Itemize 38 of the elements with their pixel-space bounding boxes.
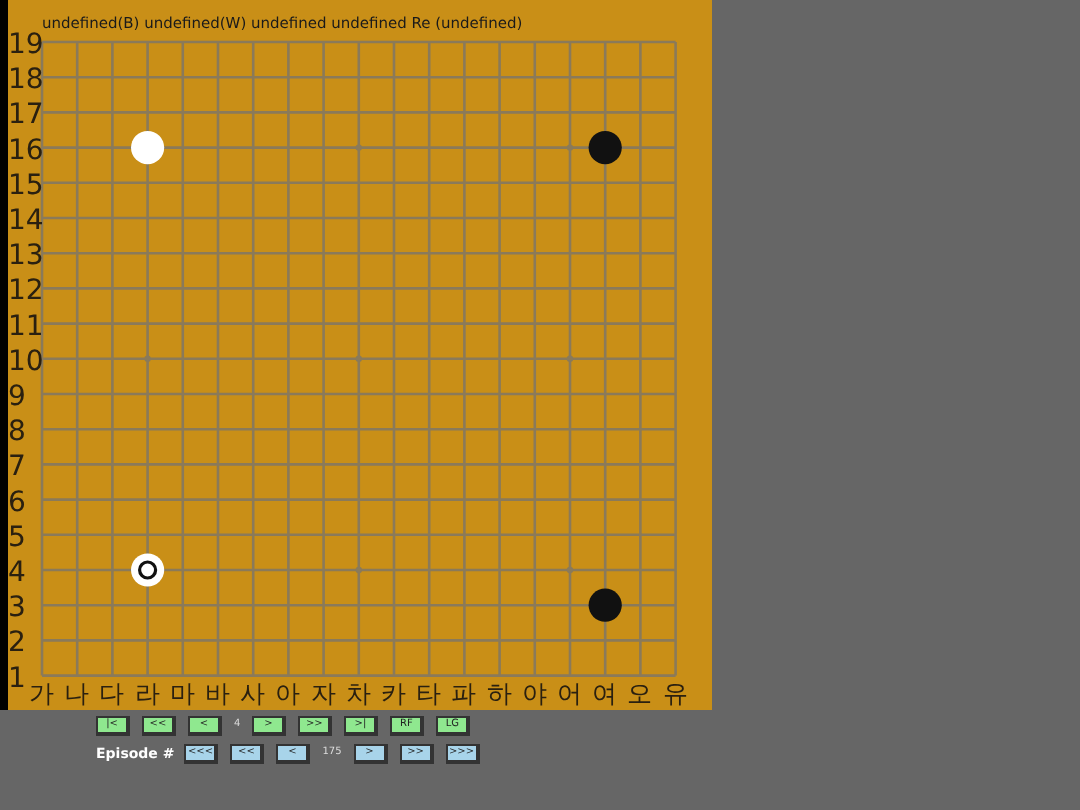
column-label: 유	[662, 678, 689, 708]
row-label: 18	[8, 64, 44, 97]
column-label: 카	[381, 678, 407, 708]
row-label: 2	[8, 627, 26, 660]
row-label: 3	[8, 592, 26, 625]
column-label: 파	[451, 678, 478, 708]
column-label: 오	[627, 678, 654, 708]
column-label: 차	[345, 678, 372, 708]
column-label: 바	[205, 678, 231, 708]
column-label: 어	[557, 678, 583, 708]
row-label: 7	[8, 451, 26, 484]
column-label: 라	[134, 678, 161, 708]
row-label: 1	[8, 662, 26, 695]
column-label: 자	[310, 678, 337, 708]
column-label: 가	[29, 678, 55, 708]
column-label: 나	[64, 678, 91, 708]
row-label: 8	[8, 416, 26, 449]
row-label: 5	[8, 521, 26, 554]
row-label: 12	[8, 275, 44, 308]
row-label: 13	[8, 240, 44, 273]
row-label: 6	[8, 486, 26, 519]
row-label: 16	[8, 134, 44, 167]
row-label: 15	[8, 169, 44, 202]
row-label: 11	[8, 310, 44, 343]
row-label: 4	[8, 557, 26, 589]
column-label: 다	[99, 678, 126, 708]
row-label: 14	[8, 205, 44, 237]
column-label: 하	[486, 678, 513, 708]
row-label: 17	[8, 99, 44, 132]
row-label: 9	[8, 381, 26, 413]
row-label: 19	[8, 29, 44, 61]
column-label: 타	[416, 678, 443, 708]
column-label: 여	[592, 678, 619, 708]
column-label: 야	[521, 678, 548, 708]
row-label: 10	[8, 345, 44, 378]
column-label: 아	[275, 678, 302, 708]
column-label: 사	[240, 678, 267, 708]
column-label: 마	[169, 678, 196, 708]
